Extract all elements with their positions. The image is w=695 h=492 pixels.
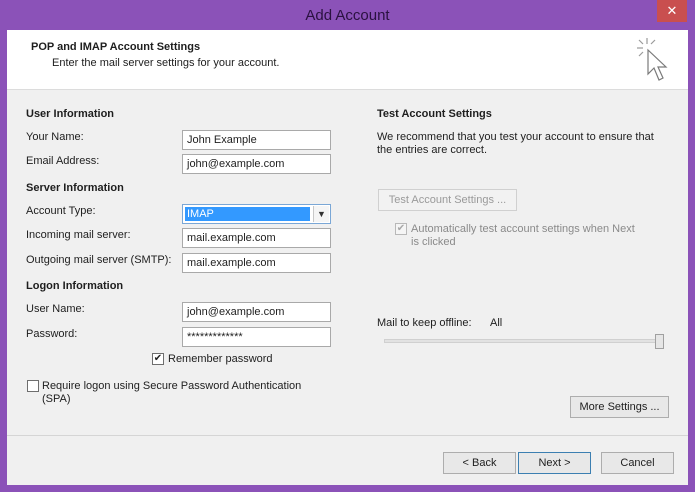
user-name-label: User Name: — [26, 303, 85, 315]
test-settings-heading: Test Account Settings — [377, 108, 492, 120]
cursor-sparkle-icon — [637, 38, 668, 81]
server-info-heading: Server Information — [26, 182, 124, 194]
test-description-line1: We recommend that you test your account … — [377, 131, 654, 143]
outgoing-server-label: Outgoing mail server (SMTP): — [26, 254, 172, 266]
incoming-server-field[interactable]: mail.example.com — [182, 228, 331, 248]
password-label: Password: — [26, 328, 78, 340]
outgoing-server-field[interactable]: mail.example.com — [182, 253, 331, 273]
your-name-field[interactable]: John Example — [182, 130, 331, 150]
dialog-body: POP and IMAP Account Settings Enter the … — [7, 30, 688, 485]
password-field[interactable]: ************* — [182, 327, 331, 347]
window-title: Add Account — [305, 7, 390, 24]
logon-info-heading: Logon Information — [26, 280, 124, 292]
account-type-label: Account Type: — [26, 205, 96, 217]
incoming-server-label: Incoming mail server: — [26, 229, 131, 241]
test-description-line2: the entries are correct. — [377, 144, 488, 156]
offline-value: All — [490, 317, 503, 329]
account-type-value: IMAP — [185, 207, 310, 221]
add-account-window: Add Account ✕ POP and IMAP Account Setti… — [0, 0, 695, 492]
email-address-field[interactable]: john@example.com — [182, 154, 331, 174]
next-button[interactable]: Next > — [518, 452, 591, 474]
offline-label: Mail to keep offline: — [377, 317, 472, 329]
spa-label-line2: (SPA) — [42, 393, 71, 405]
test-account-settings-button[interactable]: Test Account Settings ... — [378, 189, 517, 211]
remember-password-label: Remember password — [168, 353, 273, 365]
header-subtitle: Enter the mail server settings for your … — [52, 57, 280, 69]
user-name-field[interactable]: john@example.com — [182, 302, 331, 322]
offline-slider-track[interactable] — [384, 339, 664, 343]
auto-test-label-line1: Automatically test account settings when… — [411, 223, 635, 235]
auto-test-checkbox[interactable]: ✔ — [395, 223, 407, 235]
chevron-down-icon[interactable]: ▼ — [313, 206, 329, 222]
header-title: POP and IMAP Account Settings — [31, 41, 201, 53]
your-name-label: Your Name: — [26, 131, 84, 143]
user-info-heading: User Information — [26, 108, 115, 120]
account-type-select[interactable]: IMAP ▼ — [182, 204, 331, 224]
close-button[interactable]: ✕ — [657, 0, 687, 22]
title-bar: Add Account ✕ — [0, 0, 695, 30]
auto-test-label-line2: is clicked — [411, 236, 456, 248]
spa-label-line1: Require logon using Secure Password Auth… — [42, 380, 302, 392]
more-settings-button[interactable]: More Settings ... — [570, 396, 669, 418]
dialog-header: POP and IMAP Account Settings Enter the … — [7, 30, 688, 90]
footer-divider — [7, 435, 688, 436]
remember-password-checkbox[interactable]: ✔ — [152, 353, 164, 365]
spa-checkbox[interactable] — [27, 380, 39, 392]
cancel-button[interactable]: Cancel — [601, 452, 674, 474]
email-address-label: Email Address: — [26, 155, 100, 167]
offline-slider-thumb[interactable] — [655, 334, 664, 349]
back-button[interactable]: < Back — [443, 452, 516, 474]
